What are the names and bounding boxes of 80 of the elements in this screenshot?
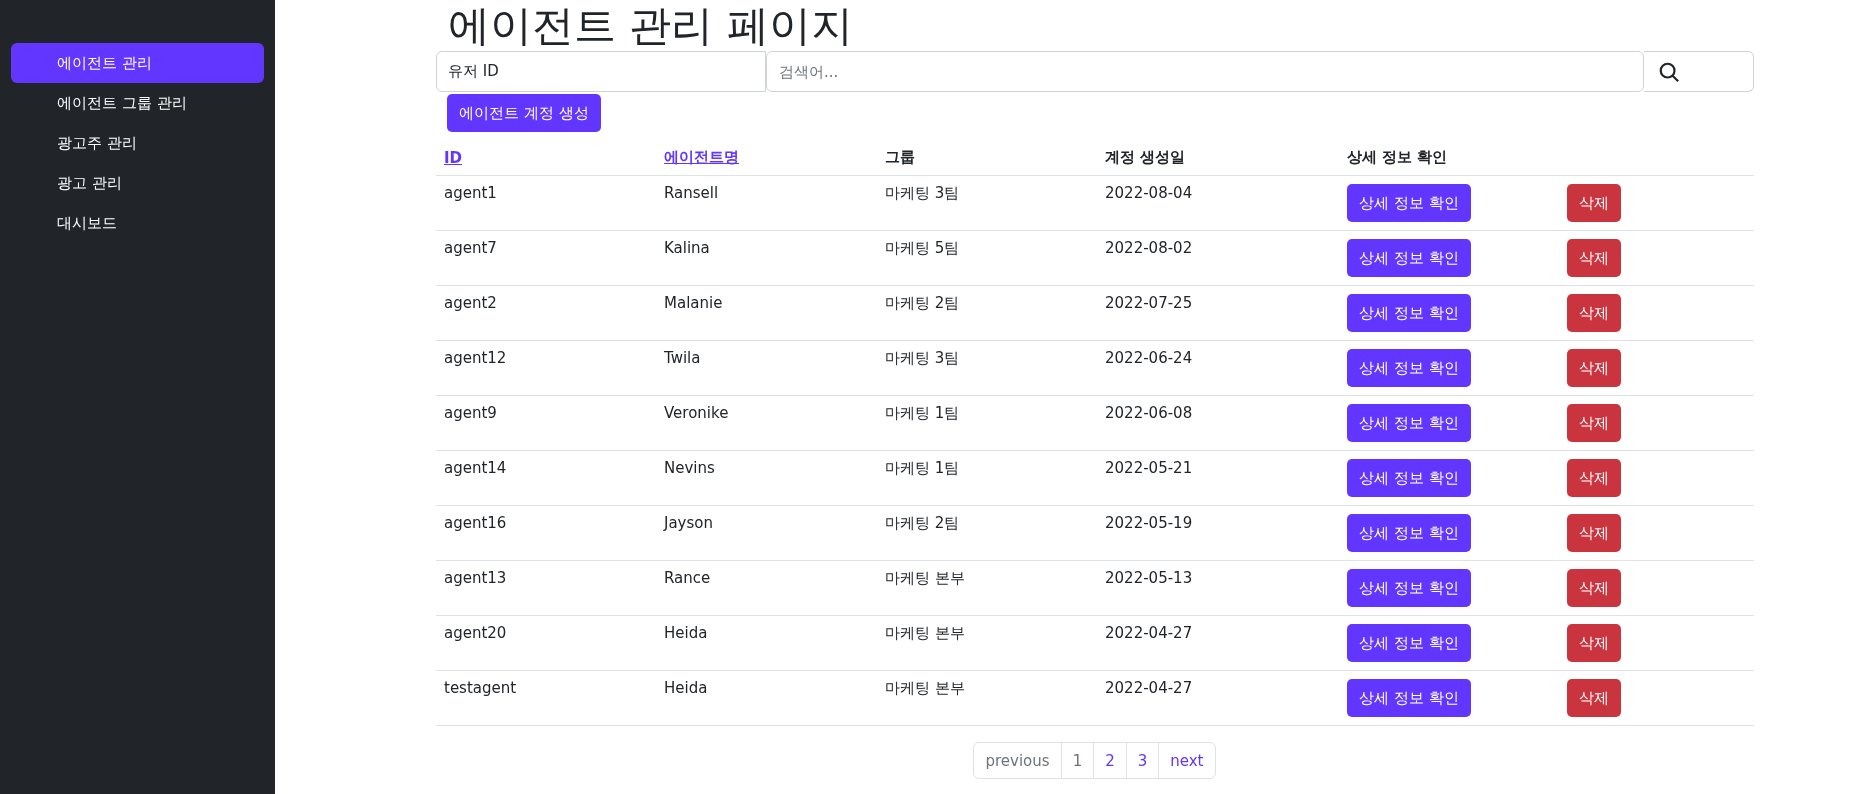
detail-button[interactable]: 상세 정보 확인	[1347, 349, 1471, 387]
table-cell: 마케팅 본부	[885, 569, 965, 587]
page-link[interactable]: 2	[1093, 742, 1127, 779]
table-cell: Veronike	[664, 404, 729, 422]
table-cell: Heida	[664, 679, 708, 697]
column-header: 그룹	[885, 148, 915, 166]
table-cell: 2022-06-08	[1105, 404, 1193, 422]
table-cell: agent7	[444, 239, 497, 257]
search-icon	[1658, 60, 1680, 83]
table-cell: 마케팅 2팀	[885, 514, 960, 532]
table-cell: agent13	[444, 569, 507, 587]
table-cell: 2022-06-24	[1105, 349, 1193, 367]
column-header: 상세 정보 확인	[1347, 148, 1448, 166]
sidebar-item[interactable]: 광고 관리	[11, 163, 264, 203]
delete-button[interactable]: 삭제	[1567, 624, 1621, 662]
sort-link[interactable]: 에이전트명	[664, 148, 739, 166]
table-cell: agent14	[444, 459, 507, 477]
delete-button[interactable]: 삭제	[1567, 404, 1621, 442]
table-cell: 마케팅 본부	[885, 679, 965, 697]
table-cell: 마케팅 3팀	[885, 349, 960, 367]
detail-button[interactable]: 상세 정보 확인	[1347, 294, 1471, 332]
delete-button[interactable]: 삭제	[1567, 294, 1621, 332]
table-cell: agent20	[444, 624, 507, 642]
sidebar-item[interactable]: 대시보드	[11, 203, 264, 243]
table-cell: agent16	[444, 514, 507, 532]
delete-button[interactable]: 삭제	[1567, 514, 1621, 552]
table-cell: 마케팅 2팀	[885, 294, 960, 312]
table-cell: Malanie	[664, 294, 723, 312]
delete-button[interactable]: 삭제	[1567, 184, 1621, 222]
table-cell: 2022-08-02	[1105, 239, 1193, 257]
sort-link[interactable]: ID	[444, 148, 463, 167]
table-cell: Rance	[664, 569, 711, 587]
page-link[interactable]: next	[1158, 742, 1216, 779]
table-cell: 마케팅 본부	[885, 624, 965, 642]
table-cell: 마케팅 3팀	[885, 184, 960, 202]
detail-button[interactable]: 상세 정보 확인	[1347, 514, 1471, 552]
search-button[interactable]	[1644, 51, 1754, 92]
table-cell: Twila	[664, 349, 701, 367]
delete-button[interactable]: 삭제	[1567, 349, 1621, 387]
delete-button[interactable]: 삭제	[1567, 239, 1621, 277]
detail-button[interactable]: 상세 정보 확인	[1347, 184, 1471, 222]
search-field[interactable]: 검색어...	[766, 51, 1644, 92]
create-account-button[interactable]: 에이전트 계정 생성	[447, 94, 601, 132]
table-cell: agent12	[444, 349, 507, 367]
table-cell: 2022-04-27	[1105, 679, 1193, 697]
delete-button[interactable]: 삭제	[1567, 459, 1621, 497]
table-cell: 2022-05-13	[1105, 569, 1193, 587]
sidebar-item[interactable]: 광고주 관리	[11, 123, 264, 163]
page-title: 에이전트 관리 페이지	[448, 0, 854, 51]
table-cell: Nevins	[664, 459, 715, 477]
table-cell: testagent	[444, 679, 517, 697]
detail-button[interactable]: 상세 정보 확인	[1347, 239, 1471, 277]
sidebar-item[interactable]: 에이전트 그룹 관리	[11, 83, 264, 123]
filter-select[interactable]: 유저 ID	[436, 51, 766, 92]
delete-button[interactable]: 삭제	[1567, 679, 1621, 717]
table-cell: 마케팅 1팀	[885, 404, 960, 422]
column-header: 계정 생성일	[1105, 148, 1186, 166]
detail-button[interactable]: 상세 정보 확인	[1347, 404, 1471, 442]
table-cell: 2022-05-21	[1105, 459, 1193, 477]
detail-button[interactable]: 상세 정보 확인	[1347, 569, 1471, 607]
table-cell: 2022-07-25	[1105, 294, 1193, 312]
page-link[interactable]: 1	[1060, 742, 1095, 779]
sidebar-item[interactable]: 에이전트 관리	[11, 43, 264, 83]
table-cell: 마케팅 1팀	[885, 459, 960, 477]
table-cell: 2022-08-04	[1105, 184, 1193, 202]
table-cell: Ransell	[664, 184, 719, 202]
table-cell: agent9	[444, 404, 497, 422]
table-cell: agent2	[444, 294, 497, 312]
delete-button[interactable]: 삭제	[1567, 569, 1621, 607]
page-link[interactable]: 3	[1125, 742, 1160, 779]
detail-button[interactable]: 상세 정보 확인	[1347, 624, 1471, 662]
table-cell: Kalina	[664, 239, 710, 257]
table-cell: Jayson	[664, 514, 713, 532]
detail-button[interactable]: 상세 정보 확인	[1347, 459, 1471, 497]
table-cell: Heida	[664, 624, 708, 642]
table-cell: 2022-04-27	[1105, 624, 1193, 642]
table-cell: 마케팅 5팀	[885, 239, 960, 257]
detail-button[interactable]: 상세 정보 확인	[1347, 679, 1471, 717]
table-cell: agent1	[444, 184, 497, 202]
table-cell: 2022-05-19	[1105, 514, 1193, 532]
